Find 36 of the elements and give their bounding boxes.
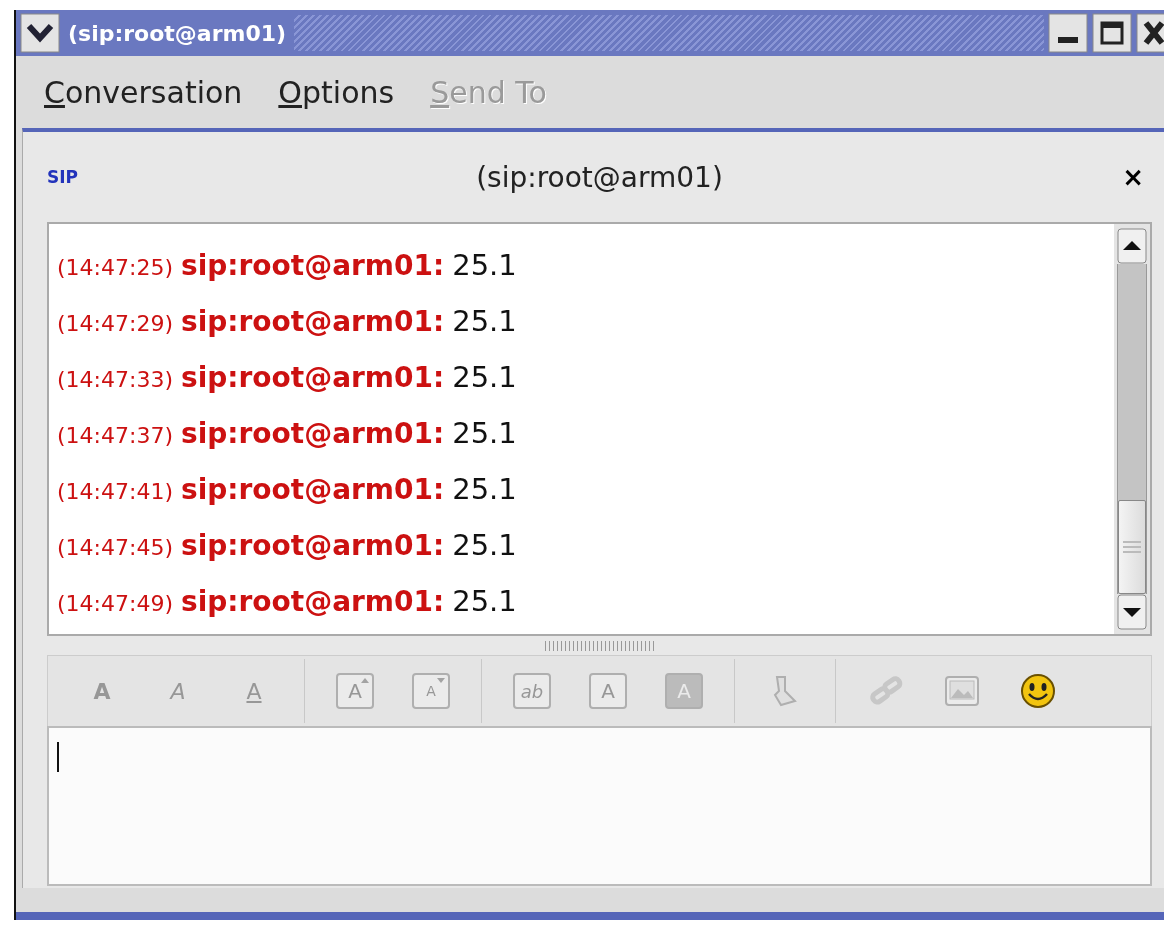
message-sender: sip:root@arm01: <box>181 249 445 282</box>
menu-item[interactable]: Options <box>278 74 395 110</box>
minimize-icon[interactable] <box>1048 13 1088 53</box>
scroll-up-icon[interactable] <box>1117 228 1147 264</box>
close-tab-button[interactable]: × <box>1122 162 1144 192</box>
message-text: 25.1 <box>452 360 517 394</box>
close-icon[interactable] <box>1136 13 1164 53</box>
message-time: (14:47:37) <box>57 423 173 448</box>
message-text: 25.1 <box>452 584 517 618</box>
protocol-label: SIP <box>47 167 79 187</box>
scroll-thumb[interactable] <box>1118 500 1146 594</box>
message-sender: sip:root@arm01: <box>181 529 445 562</box>
message-text: 25.1 <box>452 416 517 450</box>
message-time: (14:47:33) <box>57 367 173 392</box>
message-time: (14:47:45) <box>57 535 173 560</box>
message-text: 25.1 <box>452 304 517 338</box>
window-menu-icon[interactable] <box>20 13 60 53</box>
message-time: (14:47:41) <box>57 479 173 504</box>
message-text: 25.1 <box>452 528 517 562</box>
message-sender: sip:root@arm01: <box>181 473 445 506</box>
conversation-title: (sip:root@arm01) <box>476 160 723 194</box>
message-sender: sip:root@arm01: <box>181 305 445 338</box>
message-sender: sip:root@arm01: <box>181 585 445 618</box>
message-text: 25.1 <box>452 472 517 506</box>
message-text: 25.1 <box>452 248 517 282</box>
message-time: (14:47:25) <box>57 255 173 280</box>
scrollbar[interactable] <box>1114 224 1150 634</box>
scroll-down-icon[interactable] <box>1117 594 1147 630</box>
window-title: (sip:root@arm01) <box>67 20 288 46</box>
message-input-field[interactable] <box>47 726 1152 886</box>
message-time: (14:47:49) <box>57 591 173 616</box>
message-time: (14:47:29) <box>57 311 173 336</box>
message-sender: sip:root@arm01: <box>181 417 445 450</box>
maximize-icon[interactable] <box>1092 13 1132 53</box>
message-sender: sip:root@arm01: <box>181 361 445 394</box>
menu-item[interactable]: Conversation <box>44 74 243 110</box>
